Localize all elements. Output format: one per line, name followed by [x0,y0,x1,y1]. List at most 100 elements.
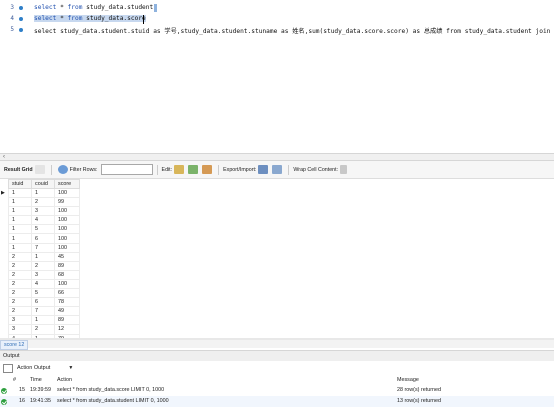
table-cell[interactable]: 12 [54,324,80,335]
table-row[interactable]: 1 2 99 [8,197,80,208]
table-cell[interactable]: 2 [31,324,55,335]
copy-icon[interactable] [3,363,13,373]
table-cell[interactable]: 100 [54,215,80,226]
output-action: select * from study_data.score LIMIT 0, … [57,387,165,393]
table-row[interactable]: 2 4 100 [8,278,80,290]
table-cell[interactable]: 2 [31,197,55,208]
result-tab[interactable]: score 12 [0,340,29,350]
table-row[interactable]: 1 7 100 [8,242,80,253]
result-grid[interactable]: ▶ stuid couid score 1 1 100 1 2 99 1 3 100 1 4 100 1… [0,179,554,338]
column-header[interactable]: stuid [8,179,32,189]
line-marker-icon [19,17,23,21]
sql-editor[interactable]: 3 select * from study_data.student; 4 se… [0,0,554,152]
import-icon[interactable] [272,165,283,174]
table-cell[interactable]: 100 [54,187,80,199]
success-icon [1,398,7,405]
table-cell[interactable]: 1 [8,206,32,217]
table-cell[interactable]: 100 [54,242,80,253]
filter-rows-input[interactable] [100,164,153,175]
table-row[interactable]: 2 6 78 [8,297,80,308]
refresh-icon[interactable] [57,165,68,174]
table-cell[interactable]: 2 [8,288,32,299]
table-cell[interactable]: 89 [54,315,80,326]
table-row[interactable]: 1 4 100 [8,215,80,226]
table-row[interactable]: 2 1 45 [8,251,80,262]
table-cell[interactable]: 7 [31,306,55,317]
table-cell[interactable]: 6 [31,297,55,308]
edit-label: Edit: [161,166,173,173]
table-cell[interactable]: 1 [8,197,32,208]
table-cell[interactable]: 1 [8,187,32,199]
table-cell[interactable]: 2 [8,260,32,271]
table-cell[interactable]: 1 [8,242,32,253]
export-icon[interactable] [258,165,269,174]
table-row[interactable]: 2 2 89 [8,260,80,271]
table-cell[interactable]: 2 [31,260,55,271]
table-cell[interactable]: 3 [31,269,55,280]
output-time: 19:39:59 [30,387,51,393]
table-cell[interactable]: 1 [31,251,55,262]
table-cell[interactable]: 3 [31,206,55,217]
separator [156,164,158,175]
wrap-toggle-icon[interactable] [340,165,348,174]
column-header[interactable]: couid [31,179,55,189]
table-cell[interactable]: 100 [54,233,80,244]
table-cell[interactable]: 2 [8,306,32,317]
panel-splitter[interactable]: ‹ [0,153,554,161]
table-cell[interactable]: 49 [54,306,80,317]
table-row[interactable]: 2 7 49 [8,306,80,317]
edit-row-icon[interactable] [174,165,185,174]
table-cell[interactable]: 3 [8,315,32,326]
table-row[interactable]: 1 3 100 [8,206,80,217]
result-grid-label[interactable]: Result Grid [4,167,33,173]
table-cell[interactable]: 68 [54,269,80,280]
table-cell[interactable]: 100 [54,224,80,235]
grid-view-icon[interactable] [34,165,45,174]
result-tabs: score 12 [0,340,554,350]
table-cell[interactable]: 1 [8,215,32,226]
output-num: 15 [19,387,25,393]
table-row[interactable]: 2 5 66 [8,288,80,299]
table-row[interactable]: 1 1 100 [8,187,80,199]
table-cell[interactable]: 2 [8,269,32,280]
output-time: 19:41:35 [30,398,51,404]
table-cell[interactable]: 7 [31,242,55,253]
output-row[interactable]: 15 19:39:59 select * from study_data.sco… [0,385,554,396]
table-row[interactable]: 3 2 12 [8,324,80,335]
code-line-selected: select * from study_data.score [34,15,146,22]
table-row[interactable]: 1 5 100 [8,224,80,235]
insert-row-icon[interactable] [188,165,199,174]
table-cell[interactable]: 66 [54,288,80,299]
table-cell[interactable]: 1 [8,224,32,235]
table-cell[interactable]: 89 [54,260,80,271]
column-header[interactable]: score [54,179,80,189]
output-selector[interactable]: Action Output [17,365,50,371]
table-cell[interactable]: 4 [31,278,55,290]
delete-row-icon[interactable] [202,165,213,174]
header-row: stuid couid score [8,179,80,189]
table-row[interactable]: 2 3 68 [8,269,80,280]
output-row[interactable]: 16 19:41:35 select * from study_data.stu… [0,396,554,407]
chevron-down-icon[interactable]: ▼ [68,365,73,371]
output-action: select * from study_data.student LIMIT 0… [57,398,169,404]
table-cell[interactable]: 99 [54,197,80,208]
table-cell[interactable]: 1 [31,187,55,199]
table-row[interactable]: 1 6 100 [8,233,80,244]
table-cell[interactable]: 1 [8,233,32,244]
table-cell[interactable]: 5 [31,288,55,299]
table-cell[interactable]: 6 [31,233,55,244]
table-cell[interactable]: 78 [54,297,80,308]
table-cell[interactable]: 2 [8,251,32,262]
table-cell[interactable]: 2 [8,297,32,308]
table-cell[interactable]: 5 [31,224,55,235]
table-cell[interactable]: 2 [8,278,32,290]
table-cell[interactable]: 100 [54,278,80,290]
table-cell[interactable]: 100 [54,206,80,217]
table-cell[interactable]: 4 [31,215,55,226]
table-cell[interactable]: 3 [8,324,32,335]
table-row[interactable]: 3 1 89 [8,315,80,326]
success-icon [1,387,7,394]
collapse-arrow-icon[interactable]: ‹ [3,154,5,160]
table-cell[interactable]: 45 [54,251,80,262]
table-cell[interactable]: 1 [31,315,55,326]
